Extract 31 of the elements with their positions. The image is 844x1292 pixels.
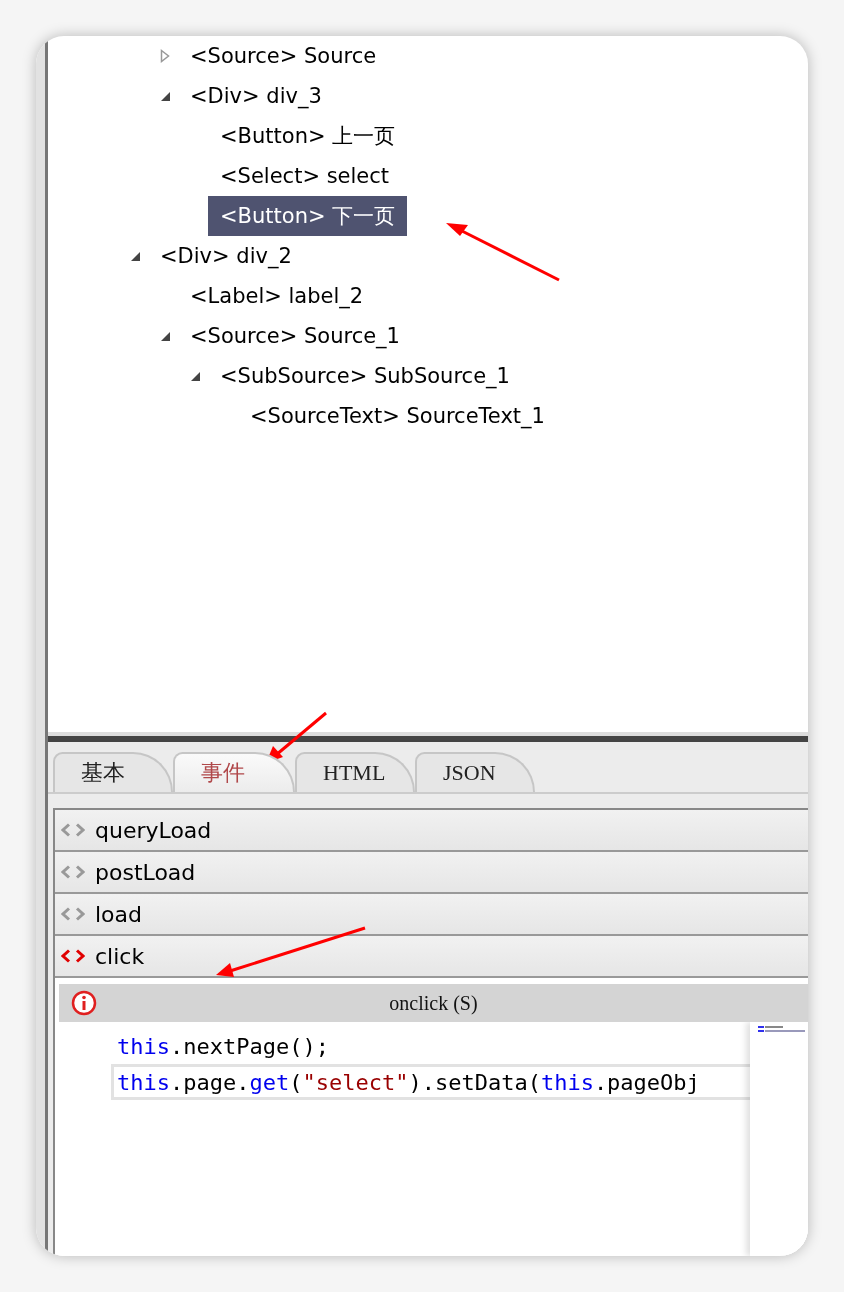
event-row[interactable]: queryLoad [55, 810, 808, 852]
event-name: postLoad [95, 859, 196, 885]
expanded-triangle-icon[interactable] [130, 250, 141, 262]
tree-item[interactable]: <Source> Source_1 [178, 316, 412, 356]
code-line: this.nextPage(); [116, 1032, 330, 1061]
tree-item[interactable]: <Source> Source [178, 36, 389, 76]
tab[interactable]: JSON [415, 752, 535, 792]
tree-item[interactable]: <Button> 下一页 [208, 196, 408, 236]
code-line: this.page.get("select").setData(this.pageObj [111, 1064, 750, 1100]
tree-item[interactable]: <Label> label_2 [178, 276, 376, 316]
tree-item[interactable]: <SourceText> SourceText_1 [238, 396, 557, 436]
tree-item[interactable]: <Div> div_2 [148, 236, 304, 276]
event-name: load [95, 901, 143, 927]
tree-item[interactable]: <Div> div_3 [178, 76, 334, 116]
expanded-triangle-icon[interactable] [190, 370, 201, 382]
tree-item[interactable]: <Select> select [208, 156, 402, 196]
expanded-triangle-icon[interactable] [160, 90, 171, 102]
event-name: click [95, 943, 145, 969]
tree-item[interactable]: <SubSource> SubSource_1 [208, 356, 522, 396]
collapsed-triangle-icon[interactable] [160, 49, 170, 63]
tab[interactable]: HTML [295, 752, 415, 792]
editor-title: onclick (S) [389, 991, 478, 1015]
expanded-triangle-icon[interactable] [160, 330, 171, 342]
event-row[interactable]: load [55, 894, 808, 936]
info-icon[interactable] [71, 990, 97, 1016]
tab[interactable]: 基本 [53, 752, 173, 792]
event-row[interactable]: postLoad [55, 852, 808, 894]
tree-item[interactable]: <Button> 上一页 [208, 116, 408, 156]
tab[interactable]: 事件 [173, 752, 295, 792]
event-name: queryLoad [95, 817, 212, 843]
event-row[interactable]: click [55, 936, 808, 978]
